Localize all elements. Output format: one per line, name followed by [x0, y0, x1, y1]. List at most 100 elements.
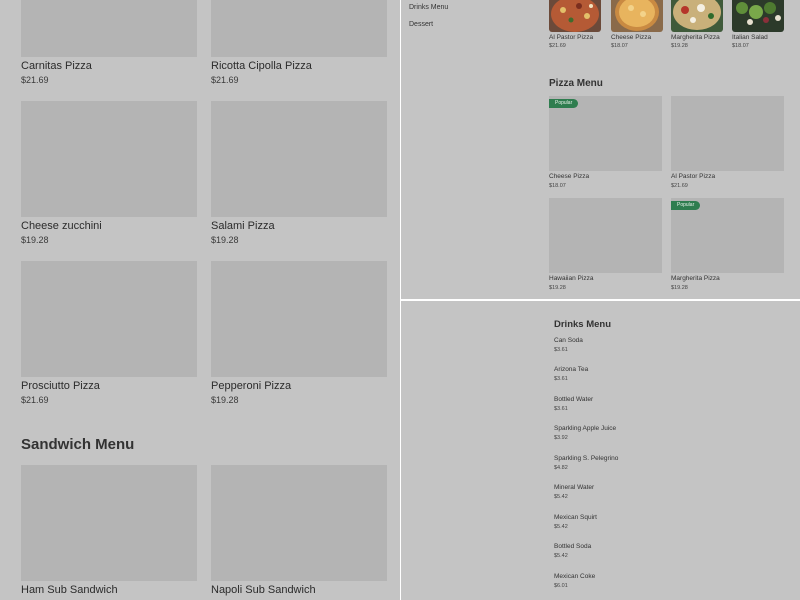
drink-item-name: Sparkling Apple Juice	[554, 425, 617, 432]
drink-item-price: $5.42	[554, 494, 568, 500]
screenshot-root: Carnitas Pizza $21.69 Ricotta Cipolla Pi…	[0, 0, 800, 600]
menu-item-name: Carnitas Pizza	[21, 60, 92, 72]
drink-item-price: $4.82	[554, 465, 568, 471]
pizza-item-price: $18.07	[549, 183, 566, 189]
menu-item-card[interactable]: Salami Pizza $19.28	[211, 101, 387, 246]
menu-item-card[interactable]: Cheese zucchini $19.28	[21, 101, 197, 246]
section-title-pizza: Pizza Menu	[549, 78, 603, 89]
nav-item-dessert[interactable]: Dessert	[409, 21, 433, 28]
featured-item-name: Cheese Pizza	[611, 34, 652, 41]
featured-item-price: $21.69	[549, 43, 566, 49]
pizza-item-name: Al Pastor Pizza	[671, 173, 716, 180]
menu-item-image[interactable]	[21, 0, 197, 57]
pizza-item-image[interactable]: Popular	[671, 198, 784, 273]
drink-item[interactable]: Mexican Squirt $5.42	[554, 514, 597, 530]
drink-item[interactable]: Mineral Water $5.42	[554, 484, 594, 500]
menu-item-price: $21.69	[21, 75, 49, 85]
featured-item-name: Italian Salad	[732, 34, 768, 41]
menu-item-name: Prosciutto Pizza	[21, 380, 100, 392]
drink-item-name: Mexican Coke	[554, 573, 596, 580]
featured-item-name: Margherita Pizza	[671, 34, 720, 41]
drink-item[interactable]: Arizona Tea $3.61	[554, 366, 588, 382]
pizza-item-card[interactable]: Popular Cheese Pizza $18.07	[549, 96, 662, 189]
popular-badge: Popular	[549, 99, 579, 108]
menu-item-image[interactable]	[21, 465, 197, 581]
section-title-drinks: Drinks Menu	[554, 319, 612, 330]
menu-item-price: $19.28	[211, 235, 239, 245]
pizza-item-name: Hawaiian Pizza	[549, 275, 594, 282]
pizza-item-card[interactable]: Popular Margherita Pizza $19.28	[671, 198, 784, 291]
menu-item-image[interactable]	[211, 0, 387, 57]
menu-item-price: $19.28	[211, 395, 239, 405]
featured-item-name: Al Pastor Pizza	[549, 34, 594, 41]
cheese-pizza-photo-icon[interactable]	[611, 0, 663, 32]
pizza-item-name: Cheese Pizza	[549, 173, 590, 180]
menu-item-price: $21.69	[211, 75, 239, 85]
featured-item[interactable]: Margherita Pizza $19.28	[671, 0, 723, 49]
drink-item-price: $3.61	[554, 406, 568, 412]
top-right-pane: Drinks Menu Dessert Al Pastor Pizza $21.…	[401, 0, 800, 299]
pizza-item-card[interactable]: Al Pastor Pizza $21.69	[671, 96, 784, 189]
menu-item-name: Ricotta Cipolla Pizza	[211, 60, 312, 72]
drink-item-name: Arizona Tea	[554, 366, 589, 373]
left-pane: Carnitas Pizza $21.69 Ricotta Cipolla Pi…	[0, 0, 400, 600]
drink-item-name: Sparkling S. Pelegrino	[554, 455, 619, 462]
drink-item-price: $5.42	[554, 553, 568, 559]
menu-item-card[interactable]: Ham Sub Sandwich	[21, 465, 197, 597]
menu-item-image[interactable]	[211, 465, 387, 581]
menu-item-name: Napoli Sub Sandwich	[211, 584, 316, 596]
drink-item[interactable]: Can Soda $3.61	[554, 337, 583, 353]
drink-item-price: $5.42	[554, 524, 568, 530]
salad-photo-icon[interactable]	[732, 0, 784, 32]
featured-item-price: $19.28	[671, 43, 688, 49]
menu-item-card[interactable]: Pepperoni Pizza $19.28	[211, 261, 387, 406]
al-pastor-photo-icon[interactable]	[549, 0, 601, 32]
menu-item-card[interactable]: Napoli Sub Sandwich	[211, 465, 387, 597]
menu-item-image[interactable]	[21, 261, 197, 377]
drink-item-name: Bottled Water	[554, 396, 594, 403]
drink-item[interactable]: Bottled Soda $5.42	[554, 543, 591, 559]
menu-item-card[interactable]: Carnitas Pizza $21.69	[21, 0, 197, 86]
pizza-item-image[interactable]: Popular	[549, 96, 662, 171]
menu-item-image[interactable]	[21, 101, 197, 217]
margherita-photo-icon[interactable]	[671, 0, 723, 32]
drink-item[interactable]: Mexican Coke $6.01	[554, 573, 595, 589]
bottom-right-pane: Drinks Menu Can Soda $3.61 Arizona Tea $…	[401, 301, 800, 600]
drink-item[interactable]: Sparkling S. Pelegrino $4.82	[554, 455, 618, 471]
pizza-item-card[interactable]: Hawaiian Pizza $19.28	[549, 198, 662, 291]
menu-item-name: Salami Pizza	[211, 220, 275, 232]
section-title-sandwich: Sandwich Menu	[21, 436, 135, 453]
featured-item[interactable]: Cheese Pizza $18.07	[611, 0, 663, 49]
drink-item-name: Mineral Water	[554, 484, 595, 491]
pizza-item-name: Margherita Pizza	[671, 275, 720, 282]
drink-item[interactable]: Bottled Water $3.61	[554, 396, 593, 412]
pizza-item-price: $19.28	[671, 285, 688, 291]
menu-item-image[interactable]	[211, 101, 387, 217]
drink-item-name: Can Soda	[554, 337, 583, 344]
menu-item-price: $21.69	[21, 395, 49, 405]
menu-item-name: Ham Sub Sandwich	[21, 584, 118, 596]
drink-item-name: Bottled Soda	[554, 543, 592, 550]
drink-item-name: Mexican Squirt	[554, 514, 597, 521]
menu-item-name: Pepperoni Pizza	[211, 380, 292, 392]
drink-item-price: $3.61	[554, 376, 568, 382]
drink-item-price: $3.92	[554, 435, 568, 441]
drink-item[interactable]: Sparkling Apple Juice $3.92	[554, 425, 616, 441]
drink-item-price: $3.61	[554, 347, 568, 353]
menu-item-card[interactable]: Prosciutto Pizza $21.69	[21, 261, 197, 406]
menu-item-name: Cheese zucchini	[21, 220, 102, 232]
featured-item[interactable]: Al Pastor Pizza $21.69	[549, 0, 601, 49]
menu-item-price: $19.28	[21, 235, 49, 245]
pizza-item-price: $19.28	[549, 285, 566, 291]
featured-item-price: $18.07	[732, 43, 749, 49]
menu-item-image[interactable]	[211, 261, 387, 377]
pizza-item-price: $21.69	[671, 183, 688, 189]
featured-item[interactable]: Italian Salad $18.07	[732, 0, 784, 49]
featured-item-price: $18.07	[611, 43, 628, 49]
pizza-item-image[interactable]	[671, 96, 784, 171]
popular-badge: Popular	[671, 201, 701, 210]
pizza-item-image[interactable]	[549, 198, 662, 273]
menu-item-card[interactable]: Ricotta Cipolla Pizza $21.69	[211, 0, 387, 86]
drink-item-price: $6.01	[554, 583, 568, 589]
nav-item-drinks[interactable]: Drinks Menu	[409, 4, 448, 11]
